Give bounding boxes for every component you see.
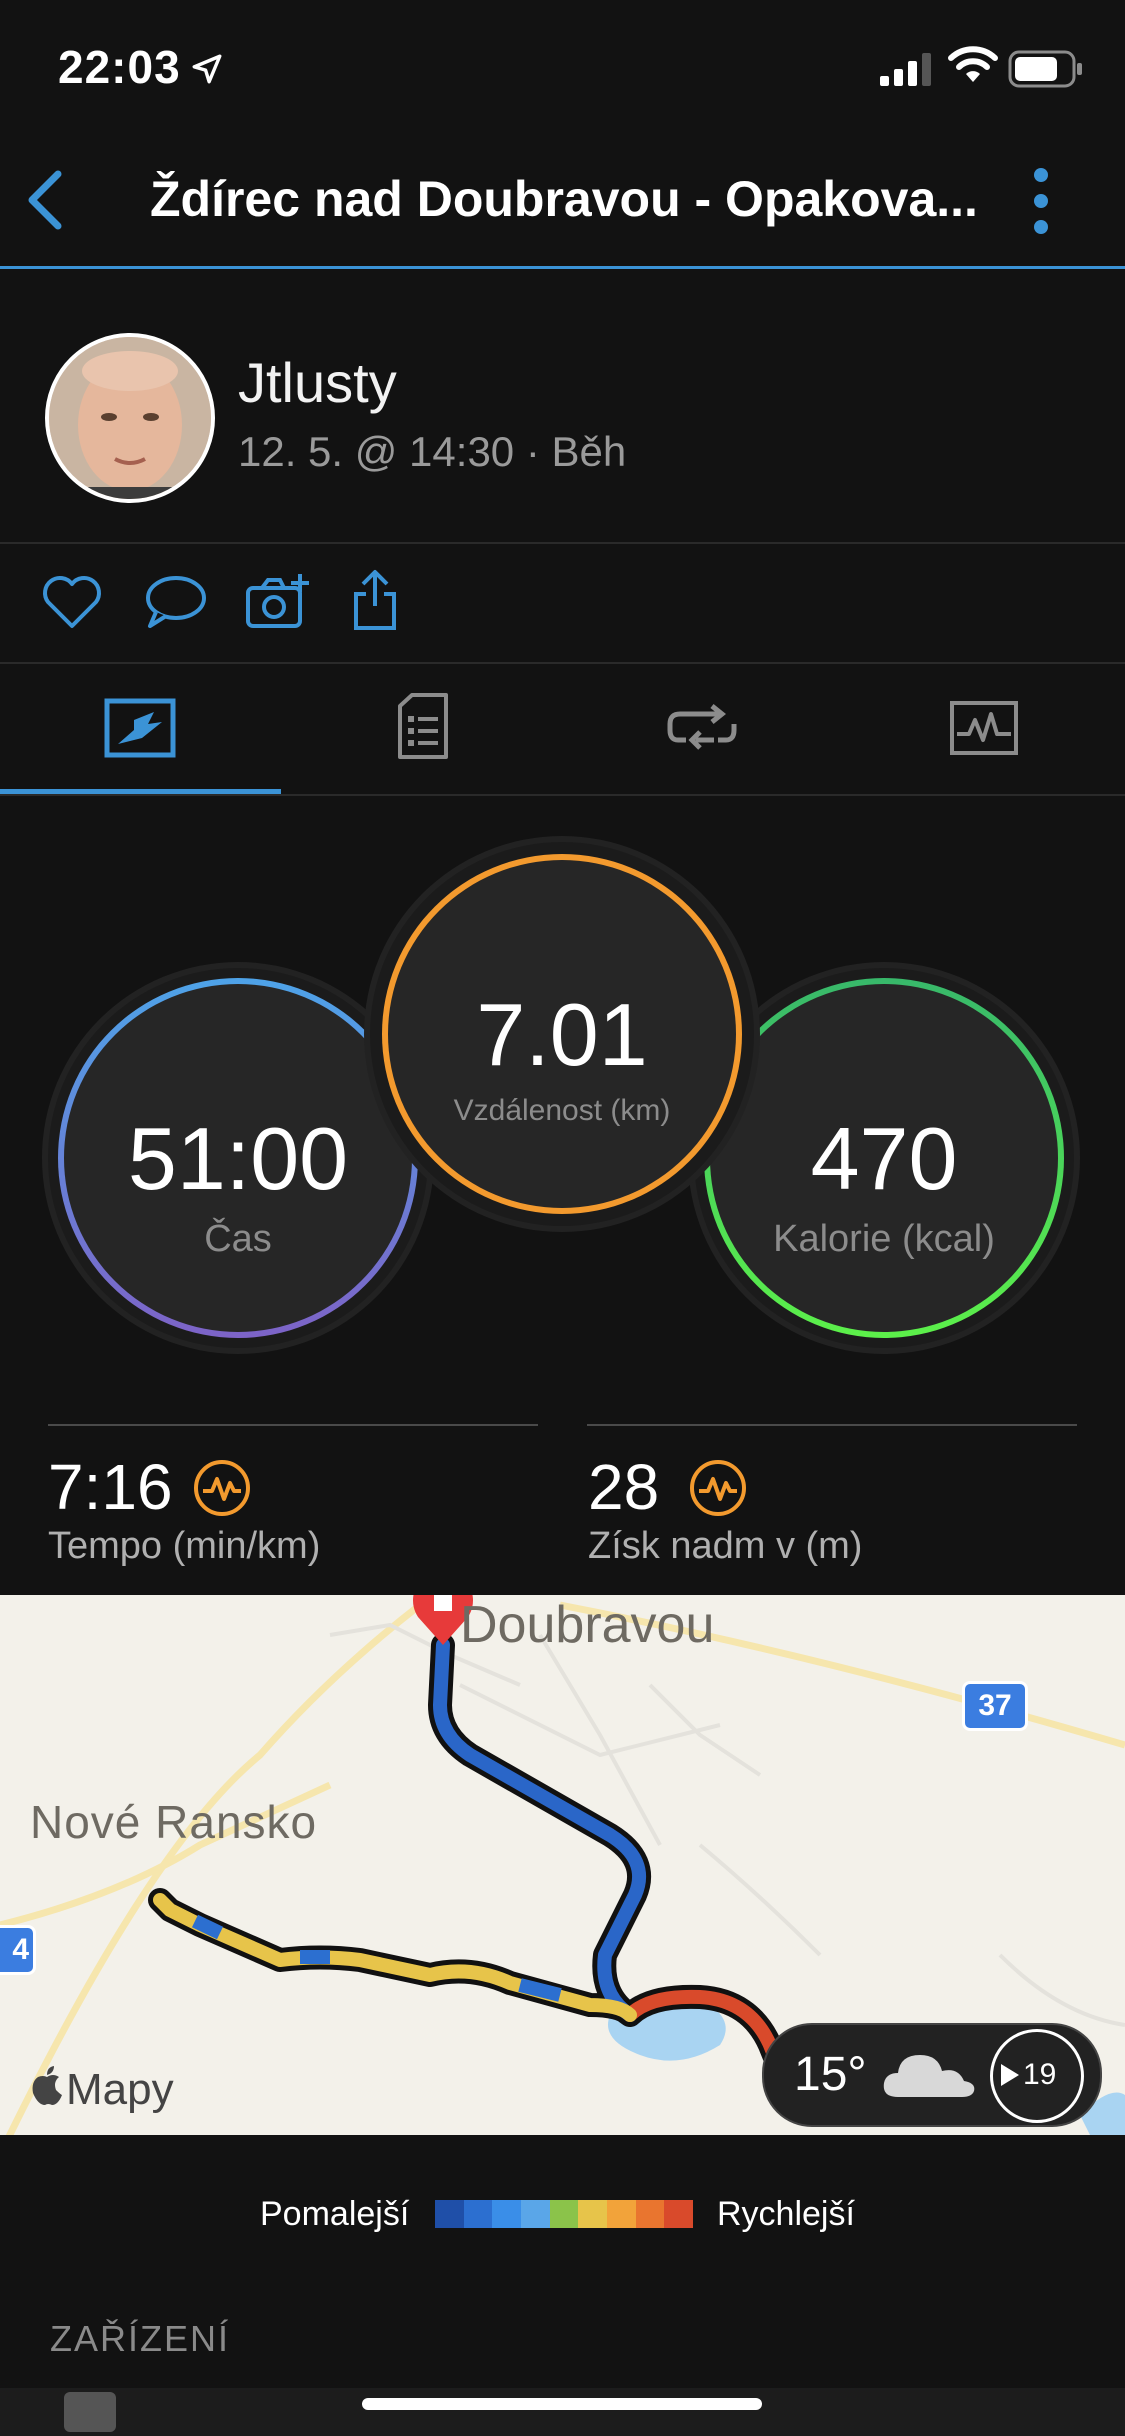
map-village-label: Nové Ransko bbox=[30, 1796, 318, 1848]
map-attribution: Mapy bbox=[66, 2065, 174, 2114]
back-icon[interactable] bbox=[20, 168, 70, 232]
distance-label: Vzdálenost (km) bbox=[453, 1094, 671, 1127]
road-number-badge: 37 bbox=[962, 1681, 1028, 1731]
tab-details[interactable] bbox=[281, 660, 561, 792]
more-options-icon[interactable] bbox=[1030, 165, 1052, 237]
legend-color-swatch bbox=[463, 2200, 493, 2228]
legend-color-swatch bbox=[435, 2200, 464, 2228]
divider bbox=[0, 794, 1125, 796]
heart-rate-badge-icon[interactable] bbox=[689, 1459, 747, 1517]
cloud-icon bbox=[883, 2055, 975, 2097]
comment-icon[interactable] bbox=[142, 572, 208, 632]
divider bbox=[587, 1424, 1077, 1426]
page-title: Ždírec nad Doubravou - Opakova... bbox=[150, 171, 978, 227]
wind-speed: 19 bbox=[1023, 2058, 1057, 2091]
legend-color-swatch bbox=[607, 2200, 636, 2228]
watch-icon bbox=[64, 2392, 116, 2432]
battery-icon bbox=[1008, 50, 1082, 88]
home-indicator[interactable] bbox=[362, 2398, 762, 2410]
legend-color-swatch bbox=[521, 2200, 550, 2228]
legend-color-swatch bbox=[549, 2200, 579, 2228]
wifi-icon bbox=[948, 46, 998, 82]
tab-overview[interactable] bbox=[0, 660, 280, 792]
divider bbox=[0, 542, 1125, 544]
legend-slow-label: Pomalejší bbox=[260, 2195, 410, 2233]
device-section-header: ZAŘÍZENÍ bbox=[50, 2318, 231, 2359]
map-town-label: Doubravou bbox=[460, 1596, 715, 1654]
overview-icon bbox=[104, 698, 176, 758]
activity-meta: 12. 5. @ 14:30 · Běh bbox=[238, 428, 627, 475]
details-icon bbox=[398, 693, 448, 759]
wind-indicator: 19 bbox=[990, 2029, 1084, 2123]
apple-logo-icon bbox=[32, 2066, 62, 2105]
time-label: Čas bbox=[204, 1218, 272, 1260]
avatar[interactable] bbox=[45, 333, 215, 503]
legend-color-swatch bbox=[578, 2200, 608, 2228]
like-heart-icon[interactable] bbox=[40, 572, 104, 632]
legend-color-swatch bbox=[635, 2200, 665, 2228]
tab-laps[interactable] bbox=[562, 660, 842, 792]
tab-charts[interactable] bbox=[843, 660, 1123, 792]
laps-icon bbox=[667, 704, 737, 750]
elevation-label: Získ nadm v (m) bbox=[588, 1525, 863, 1567]
elevation-value: 28 bbox=[588, 1451, 660, 1523]
share-icon[interactable] bbox=[350, 568, 400, 632]
pace-value: 7:16 bbox=[48, 1451, 173, 1523]
location-arrow-icon bbox=[192, 54, 222, 84]
route-map[interactable]: Doubravou Nové Ransko 37 4 Mapy 15° 19 bbox=[0, 1595, 1125, 2135]
device-row[interactable] bbox=[0, 2388, 1125, 2436]
legend-color-swatch bbox=[492, 2200, 522, 2228]
status-time: 22:03 bbox=[58, 41, 181, 93]
pace-color-legend bbox=[435, 2200, 694, 2228]
legend-fast-label: Rychlejší bbox=[717, 2195, 855, 2233]
user-name[interactable]: Jtlusty bbox=[238, 350, 397, 415]
wind-direction-icon bbox=[1001, 2064, 1019, 2086]
add-photo-icon[interactable] bbox=[244, 572, 310, 632]
divider bbox=[48, 1424, 538, 1426]
distance-stat-circle[interactable]: 7.01 Vzdálenost (km) bbox=[370, 842, 754, 1226]
heart-rate-badge-icon[interactable] bbox=[193, 1459, 251, 1517]
weather-temperature: 15° bbox=[794, 2048, 867, 2101]
road-number-badge: 4 bbox=[0, 1925, 36, 1975]
distance-value: 7.01 bbox=[476, 985, 648, 1084]
pace-label: Tempo (min/km) bbox=[48, 1525, 321, 1567]
charts-icon bbox=[950, 701, 1018, 755]
calories-label: Kalorie (kcal) bbox=[773, 1218, 995, 1260]
legend-color-swatch bbox=[664, 2200, 694, 2228]
signal-icon bbox=[880, 53, 931, 86]
weather-pill[interactable]: 15° 19 bbox=[762, 2023, 1102, 2127]
